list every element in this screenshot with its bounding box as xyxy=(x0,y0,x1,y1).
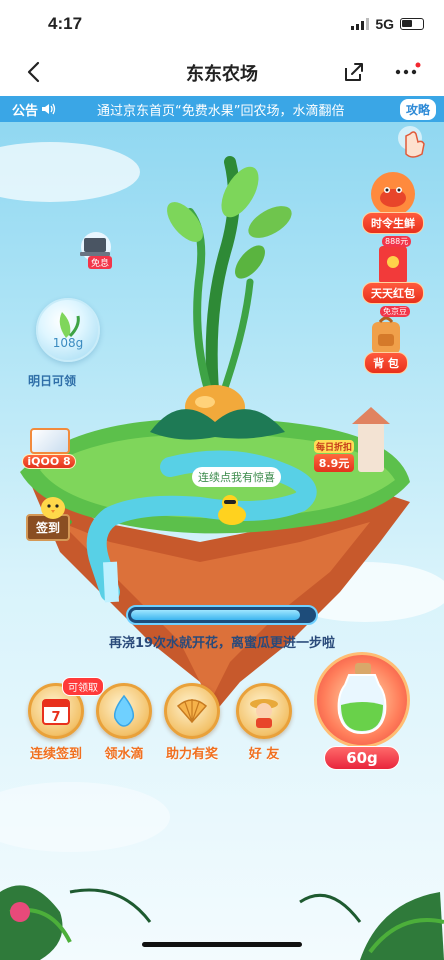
promo-phone-label: iQOO 8 xyxy=(22,454,76,469)
action-assist-reward-label: 助力有奖 xyxy=(165,747,218,762)
battery-icon xyxy=(400,18,424,30)
notice-bar: 公告 通过京东首页“免费水果”回农场，水滴翻倍 攻略 xyxy=(0,96,444,122)
action-assist-reward[interactable]: 助力有奖 xyxy=(162,683,222,762)
chick-icon xyxy=(41,497,65,519)
side-item-backpack[interactable]: 免京豆 背 包 xyxy=(362,306,410,374)
phone-icon xyxy=(30,428,70,454)
share-icon[interactable] xyxy=(342,60,366,84)
bottle-icon xyxy=(337,663,387,735)
island-hint-bubble[interactable]: 连续点我有惊喜 xyxy=(192,467,281,487)
daily-discount-tag: 每日折扣 xyxy=(314,440,354,453)
action-collect-water[interactable]: 领水滴 xyxy=(94,683,154,762)
side-item-red-packet[interactable]: 888元 天天红包 xyxy=(362,236,424,304)
growth-progress-text: 再浇19次水就开花，离蜜瓜更进一步啦 xyxy=(108,636,336,651)
page-title: 东东农场 xyxy=(186,64,258,85)
growth-progress-bar xyxy=(126,605,318,625)
side-item-backpack-label: 背 包 xyxy=(364,352,408,374)
backpack-icon xyxy=(372,316,400,354)
promo-phone[interactable]: iQOO 8 xyxy=(22,428,76,469)
water-bottle-button[interactable]: 60g xyxy=(314,652,410,770)
notice-text: 通过京东首页“免费水果”回农场，水滴翻倍 xyxy=(97,103,345,119)
farmer-icon xyxy=(236,683,292,739)
water-orb-value: 108g xyxy=(52,336,84,350)
side-item-fresh[interactable]: 时令生鲜 xyxy=(362,170,424,234)
bottle-ring xyxy=(314,652,410,748)
water-orb[interactable]: 108g xyxy=(36,298,100,362)
notice-label-text: 公告 xyxy=(12,103,39,119)
interest-free-badge: 免息 xyxy=(88,256,113,269)
side-item-red-packet-label: 天天红包 xyxy=(362,282,424,304)
ad-laptop[interactable]: 免息 xyxy=(74,232,118,272)
daily-discount[interactable]: 每日折扣 8.9元 xyxy=(314,440,354,472)
network-label: 5G xyxy=(375,16,394,32)
action-friends[interactable]: 好 友 xyxy=(234,683,294,762)
backpack-badge: 免京豆 xyxy=(380,306,410,317)
nav-bar: 东东农场 xyxy=(0,48,444,96)
status-bar: 4:17 5G xyxy=(0,0,444,48)
signin-sign[interactable]: 签到 xyxy=(26,497,71,541)
status-time: 4:17 xyxy=(48,14,83,33)
strategy-button[interactable]: 攻略 xyxy=(399,99,436,120)
signal-icon xyxy=(351,18,370,30)
daily-discount-price: 8.9元 xyxy=(314,454,354,472)
action-collect-water-label: 领水滴 xyxy=(104,747,144,762)
notice-label: 公告 xyxy=(0,100,57,119)
water-drop-svg xyxy=(113,694,135,727)
calendar-svg: 7 xyxy=(42,699,70,725)
home-indicator xyxy=(142,942,302,947)
water-drop-icon xyxy=(96,683,152,739)
side-item-fresh-label: 时令生鲜 xyxy=(362,212,424,234)
farm-scene: 连续点我有惊喜 每日折扣 8.9元 免息 108g 明日可领 iQOO 8 签到 xyxy=(0,122,444,960)
red-packet-badge: 888元 xyxy=(382,236,412,247)
action-friends-label: 好 友 xyxy=(248,747,280,762)
status-indicators: 5G xyxy=(351,16,424,32)
crab-icon xyxy=(371,172,415,216)
speaker-icon xyxy=(42,103,56,115)
shell-icon xyxy=(164,683,220,739)
water-orb-label: 明日可领 xyxy=(28,374,77,388)
farmer-svg xyxy=(250,699,278,728)
action-signin-streak[interactable]: 可领取 7 连续签到 xyxy=(26,677,104,762)
hand-pointer-icon xyxy=(398,126,425,158)
growth-progress-fill xyxy=(131,610,300,620)
shell-svg xyxy=(176,699,208,724)
svg-text:7: 7 xyxy=(51,710,60,725)
action-signin-streak-label: 连续签到 xyxy=(29,747,82,762)
bottle-water-value: 60g xyxy=(324,746,400,770)
more-icon[interactable] xyxy=(392,62,422,82)
red-envelope-icon xyxy=(379,246,407,284)
